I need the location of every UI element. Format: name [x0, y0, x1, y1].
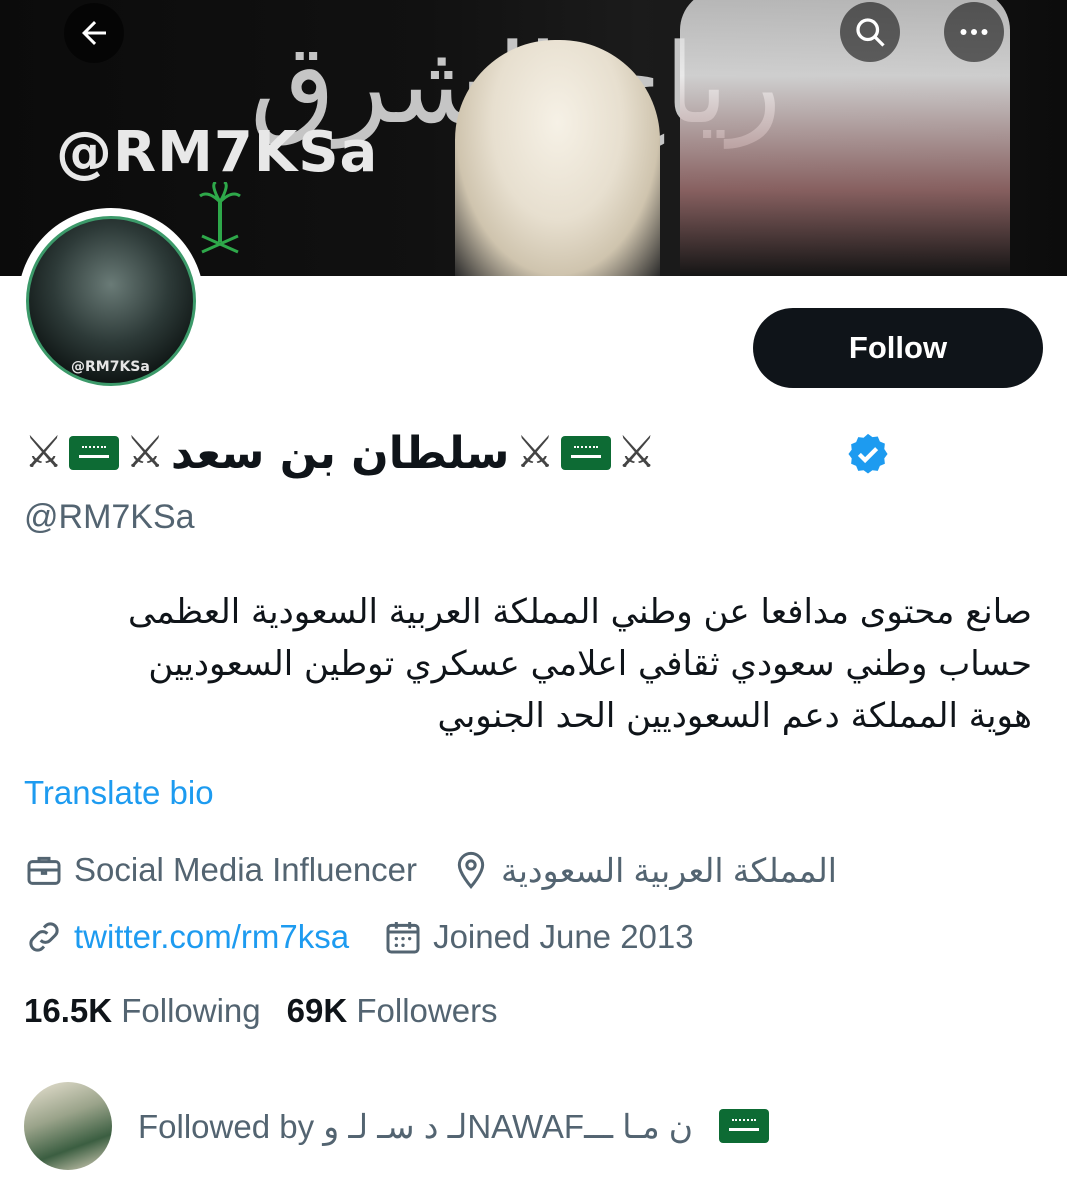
location-text: المملكة العربية السعودية — [501, 851, 837, 889]
briefcase-icon — [27, 856, 61, 885]
arrow-left-icon — [82, 21, 106, 45]
saudi-flag-icon — [560, 436, 611, 470]
display-name: سلطان بن سعد — [170, 427, 510, 479]
more-button[interactable] — [944, 2, 1004, 62]
profile-meta-row: Social Media Influencer المملكة العربية … — [24, 850, 871, 890]
following-count: 16.5K — [24, 992, 113, 1029]
followers-count: 69K — [286, 992, 348, 1029]
bio-line: صانع محتوى مدافعا عن وطني المملكة العربي… — [128, 592, 1032, 632]
location-pin-icon — [457, 851, 485, 889]
profile-handle: @RM7KSa — [24, 498, 195, 536]
link-icon — [29, 922, 59, 952]
display-name-row: ⚔ ⚔ سلطان بن سعد ⚔ ⚔ — [24, 418, 656, 488]
crossed-swords-icon: ⚔ — [515, 427, 555, 478]
following-stat[interactable]: 16.5K Following — [24, 992, 261, 1030]
crossed-swords-icon: ⚔ — [616, 427, 657, 478]
follow-button[interactable]: Follow — [753, 308, 1043, 388]
following-label: Following — [121, 992, 261, 1029]
translate-bio-link[interactable]: Translate bio — [24, 774, 214, 812]
bio-line: هوية المملكة دعم السعوديين الحد الجنوبي — [437, 696, 1033, 736]
followers-label: Followers — [356, 992, 498, 1029]
calendar-icon — [386, 922, 420, 954]
location-item: المملكة العربية السعودية — [451, 850, 837, 890]
more-horizontal-icon — [960, 29, 988, 35]
followed-by-row[interactable]: Followed by لـ د سـ لـ وNAWAFن مـا ـــ — [24, 1082, 770, 1170]
banner-handle-text: @RM7KSa — [56, 120, 379, 185]
profession-item: Social Media Influencer — [24, 850, 417, 890]
avatar-text: @RM7KSa — [71, 359, 150, 375]
search-icon — [856, 18, 885, 47]
saudi-flag-icon — [719, 1109, 770, 1143]
crossed-swords-icon: ⚔ — [24, 427, 64, 478]
followed-by-text: Followed by لـ د سـ لـ وNAWAFن مـا ـــ — [138, 1107, 694, 1145]
verified-badge-icon — [848, 433, 888, 474]
bio-line: حساب وطني سعودي ثقافي اعلامي عسكري توطين… — [148, 644, 1032, 684]
profile-bio: صانع محتوى مدافعا عن وطني المملكة العربي… — [24, 586, 1032, 742]
follow-stats: 16.5K Following 69K Followers — [24, 992, 498, 1030]
profile-avatar[interactable]: @RM7KSa — [18, 208, 204, 394]
profession-text: Social Media Influencer — [74, 851, 418, 888]
search-button[interactable] — [840, 2, 900, 62]
crossed-swords-icon: ⚔ — [125, 427, 165, 478]
saudi-flag-icon — [69, 436, 120, 470]
follower-avatar — [24, 1082, 112, 1170]
website-item[interactable]: twitter.com/rm7ksa — [24, 917, 349, 957]
back-button[interactable] — [64, 3, 124, 63]
joined-item: Joined June 2013 — [383, 917, 694, 957]
website-link[interactable]: twitter.com/rm7ksa — [74, 918, 349, 956]
banner-portrait — [455, 40, 660, 276]
profile-meta-row: twitter.com/rm7ksa Joined June 2013 — [24, 917, 728, 957]
palm-emblem-icon — [199, 182, 241, 254]
followers-stat[interactable]: 69K Followers — [287, 992, 498, 1030]
joined-text: Joined June 2013 — [433, 918, 694, 955]
avatar-image: @RM7KSa — [26, 216, 196, 386]
